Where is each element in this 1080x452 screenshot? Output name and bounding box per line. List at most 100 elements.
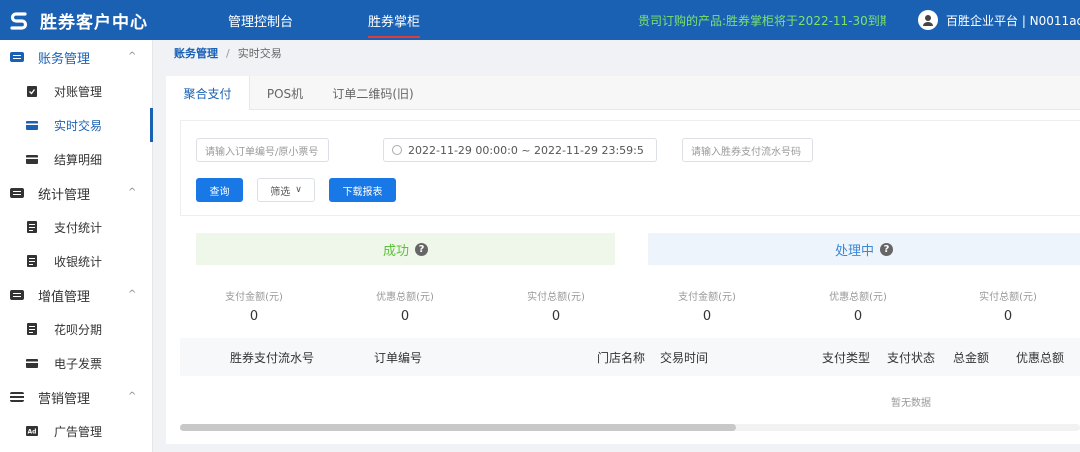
breadcrumb-parent[interactable]: 账务管理 (174, 45, 218, 61)
sidebar-group-value-added[interactable]: 增值管理 ^ (0, 278, 152, 312)
filter-box: 请输入订单编号/原小票号 2022-11-29 00:00:0 ~ 2022-1… (180, 120, 1080, 216)
sidebar-item-settlement-details[interactable]: 结算明细 (0, 142, 152, 176)
stat-value: 0 (400, 309, 410, 324)
sidebar: 账务管理 ^ 对账管理 实时交易 结算明细 统计管理 ^ 支付统计 收银统计 增… (0, 40, 153, 452)
tab-order-qrcode-old[interactable]: 订单二维码(旧) (320, 76, 426, 110)
table-header: 胜券支付流水号 订单编号 门店名称 交易时间 支付类型 支付状态 总金额 优惠总… (180, 338, 1080, 376)
wallet-icon (10, 52, 24, 62)
order-number-input[interactable]: 请输入订单编号/原小票号 (196, 138, 329, 162)
scrollbar-thumb[interactable] (180, 424, 736, 431)
stat-success-actual: 实付总额(元) 0 (496, 288, 616, 324)
status-processing-header: 处理中 ? (648, 233, 1080, 265)
svg-text:Ad: Ad (28, 429, 37, 436)
tab-pos[interactable]: POS机 (250, 76, 320, 110)
sidebar-item-label: 广告管理 (54, 424, 103, 439)
user-avatar-icon (923, 15, 933, 26)
brand-logo-icon (10, 12, 28, 30)
sidebar-item-label: 对账管理 (54, 84, 103, 99)
document-icon (27, 221, 37, 233)
clipboard-check-icon (27, 86, 37, 97)
chevron-down-icon: ∨ (295, 185, 302, 195)
stat-value: 0 (551, 309, 561, 324)
sidebar-item-huabei-installments[interactable]: 花呗分期 (0, 312, 152, 346)
column-payment-status[interactable]: 支付状态 (887, 338, 935, 376)
column-transaction-time[interactable]: 交易时间 (660, 338, 708, 376)
filter-label: 筛选 (270, 186, 291, 198)
sidebar-item-reconciliation[interactable]: 对账管理 (0, 74, 152, 108)
sidebar-item-label: 实时交易 (54, 118, 103, 133)
breadcrumb: 账务管理 / 实时交易 (174, 44, 282, 62)
sidebar-item-ad-management[interactable]: Ad 广告管理 (0, 414, 152, 448)
wallet-icon (10, 290, 24, 300)
nav-console[interactable]: 管理控制台 (228, 0, 293, 40)
stat-value: 0 (1003, 309, 1013, 324)
avatar (918, 10, 938, 30)
date-range-value: 2022-11-29 00:00:0 ~ 2022-11-29 23:59:5 (408, 143, 644, 157)
column-total-amount[interactable]: 总金额 (953, 338, 989, 376)
help-icon[interactable]: ? (880, 242, 893, 256)
status-success-label: 成功 (382, 243, 409, 259)
stat-label: 支付金额(元) (678, 292, 736, 303)
sidebar-group-label: 账务管理 (38, 51, 91, 67)
stat-success-payment: 支付金额(元) 0 (194, 288, 314, 324)
horizontal-scrollbar[interactable] (180, 424, 1080, 431)
stat-value: 0 (853, 309, 863, 324)
sidebar-item-realtime-transactions[interactable]: 实时交易 (0, 108, 153, 142)
sidebar-item-label: 电子发票 (54, 356, 103, 371)
brand[interactable]: 胜券客户中心 (8, 0, 148, 40)
sidebar-item-cashier-stats[interactable]: 收银统计 (0, 244, 152, 278)
main-panel: 聚合支付 POS机 订单二维码(旧) 请输入订单编号/原小票号 2022-11-… (166, 76, 1080, 444)
nav-shengquan-zhanggui[interactable]: 胜券掌柜 (368, 0, 421, 40)
empty-state: 暂无数据 (891, 398, 931, 409)
nav-label: 胜券掌柜 (368, 14, 421, 30)
date-range-picker[interactable]: 2022-11-29 00:00:0 ~ 2022-11-29 23:59:5 (383, 138, 657, 162)
user-menu[interactable]: 百胜企业平台 | N0011admin (918, 0, 1080, 40)
breadcrumb-current: 实时交易 (237, 47, 282, 60)
sidebar-group-label: 统计管理 (38, 187, 91, 203)
breadcrumb-separator: / (226, 46, 230, 60)
sidebar-group-accounting[interactable]: 账务管理 ^ (0, 40, 152, 74)
card-icon (26, 121, 38, 130)
stat-label: 优惠总额(元) (376, 292, 434, 303)
status-success-header: 成功 ? (196, 233, 615, 265)
sidebar-group-label: 营销管理 (38, 391, 91, 407)
column-payment-type[interactable]: 支付类型 (822, 338, 870, 376)
sidebar-item-payment-stats[interactable]: 支付统计 (0, 210, 152, 244)
stat-processing-payment: 支付金额(元) 0 (647, 288, 767, 324)
serial-number-input[interactable]: 请输入胜券支付流水号码 (682, 138, 813, 162)
ad-icon: Ad (26, 426, 38, 436)
stat-processing-actual: 实付总额(元) 0 (948, 288, 1068, 324)
sidebar-item-label: 结算明细 (54, 152, 103, 167)
sidebar-group-marketing[interactable]: 营销管理 ^ (0, 380, 152, 414)
tab-aggregate-payment[interactable]: 聚合支付 (166, 76, 250, 110)
column-discount-total[interactable]: 优惠总额 (1016, 338, 1064, 376)
filter-dropdown[interactable]: 筛选 ∨ (257, 178, 315, 202)
sidebar-item-label: 收银统计 (54, 254, 103, 269)
chevron-up-icon: ^ (128, 187, 137, 198)
column-order-number[interactable]: 订单编号 (374, 338, 422, 376)
app-name: 胜券客户中心 (40, 12, 148, 33)
document-icon (27, 255, 37, 267)
sidebar-item-e-invoice[interactable]: 电子发票 (0, 346, 152, 380)
wallet-icon (10, 188, 24, 198)
stat-processing-discount: 优惠总额(元) 0 (798, 288, 918, 324)
help-icon[interactable]: ? (415, 242, 428, 256)
column-serial-number[interactable]: 胜券支付流水号 (230, 338, 314, 376)
column-store-name[interactable]: 门店名称 (597, 338, 645, 376)
sidebar-group-label: 增值管理 (38, 289, 91, 305)
stat-label: 实付总额(元) (979, 292, 1037, 303)
top-bar: 胜券客户中心 管理控制台 胜券掌柜 贵司订购的产品:胜券掌柜将于2022-11-… (0, 0, 1080, 40)
tab-bar: 聚合支付 POS机 订单二维码(旧) (166, 76, 1080, 110)
document-icon (27, 323, 37, 335)
stat-label: 实付总额(元) (527, 292, 585, 303)
download-report-button[interactable]: 下载报表 (329, 178, 396, 202)
sidebar-group-statistics[interactable]: 统计管理 ^ (0, 176, 152, 210)
status-processing-label: 处理中 (834, 243, 874, 259)
clock-icon (392, 145, 402, 155)
query-button[interactable]: 查询 (196, 178, 243, 202)
user-label: 百胜企业平台 | N0011admin (946, 13, 1080, 28)
expiry-notice: 贵司订购的产品:胜券掌柜将于2022-11-30到期 (638, 13, 886, 28)
stat-label: 支付金额(元) (225, 292, 283, 303)
sidebar-item-label: 支付统计 (54, 220, 103, 235)
list-icon (10, 392, 24, 402)
